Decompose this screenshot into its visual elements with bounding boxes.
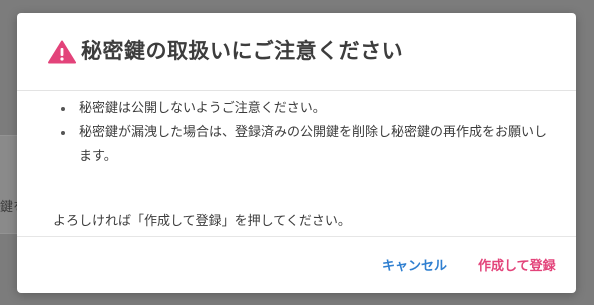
bullet-icon bbox=[61, 107, 65, 111]
private-key-warning-dialog: 秘密鍵の取扱いにご注意ください 秘密鍵は公開しないようご注意ください。 秘密鍵が… bbox=[17, 13, 576, 293]
dialog-footer: キャンセル 作成して登録 bbox=[17, 236, 576, 293]
bullet-icon bbox=[61, 131, 65, 135]
dialog-body: 秘密鍵は公開しないようご注意ください。 秘密鍵が漏洩した場合は、登録済みの公開鍵… bbox=[17, 91, 576, 237]
dialog-header: 秘密鍵の取扱いにご注意ください bbox=[17, 13, 576, 91]
dialog-title: 秘密鍵の取扱いにご注意ください bbox=[81, 39, 404, 63]
notice-list: 秘密鍵は公開しないようご注意ください。 秘密鍵が漏洩した場合は、登録済みの公開鍵… bbox=[61, 97, 551, 169]
confirm-instruction: よろしければ「作成して登録」を押してください。 bbox=[53, 214, 351, 229]
warning-triangle-icon bbox=[48, 40, 76, 64]
notice-text: 秘密鍵は公開しないようご注意ください。 bbox=[79, 101, 326, 116]
list-item: 秘密鍵が漏洩した場合は、登録済みの公開鍵を削除し秘密鍵の再作成をお願いします。 bbox=[61, 121, 551, 169]
create-and-register-button[interactable]: 作成して登録 bbox=[478, 255, 556, 274]
list-item: 秘密鍵は公開しないようご注意ください。 bbox=[61, 97, 551, 121]
background-panel bbox=[0, 135, 18, 234]
notice-text: 秘密鍵が漏洩した場合は、登録済みの公開鍵を削除し秘密鍵の再作成をお願いします。 bbox=[79, 125, 548, 164]
cancel-button[interactable]: キャンセル bbox=[382, 255, 447, 274]
background-partial-text: 鍵を bbox=[0, 200, 18, 215]
